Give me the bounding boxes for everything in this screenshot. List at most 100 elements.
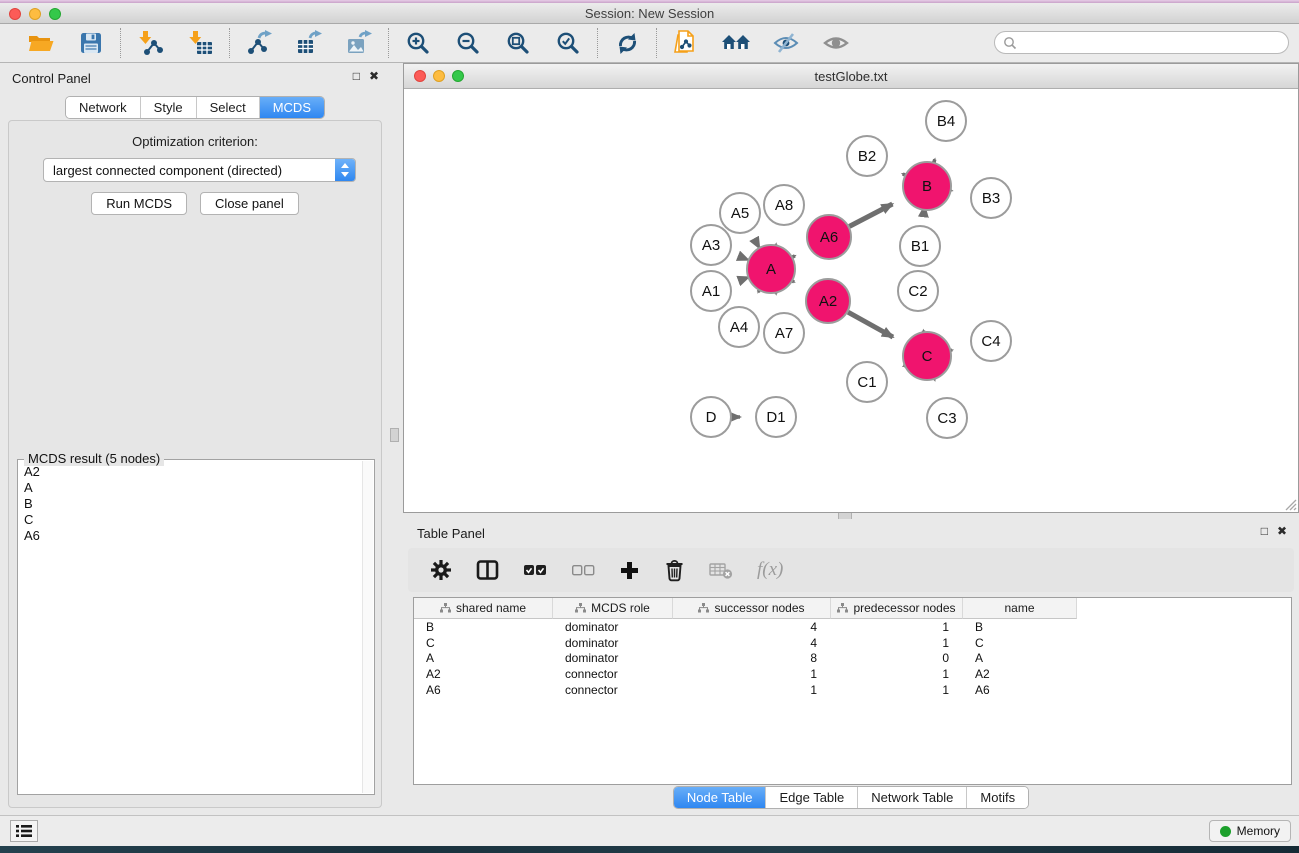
node-A6[interactable]: A6 (807, 215, 851, 259)
table-float-panel-icon[interactable]: □ (1261, 524, 1268, 538)
node-C3[interactable]: C3 (927, 398, 967, 438)
node-A5[interactable]: A5 (720, 193, 760, 233)
show-columns-button[interactable] (476, 559, 499, 581)
export-image-button[interactable] (344, 29, 374, 57)
column-header-successor-nodes[interactable]: successor nodes (673, 598, 831, 619)
node-A7[interactable]: A7 (764, 313, 804, 353)
node-C2[interactable]: C2 (898, 271, 938, 311)
network-window-titlebar[interactable]: testGlobe.txt (404, 64, 1298, 89)
import-table-button[interactable] (185, 29, 215, 57)
cell-MCDS-role[interactable]: connector (553, 683, 673, 697)
node-B2[interactable]: B2 (847, 136, 887, 176)
node-A2[interactable]: A2 (806, 279, 850, 323)
edge-B-B2[interactable] (903, 174, 905, 175)
column-header-predecessor-nodes[interactable]: predecessor nodes (831, 598, 963, 619)
zoom-selected-button[interactable] (553, 29, 583, 57)
edge-B-B4[interactable] (934, 159, 935, 162)
result-item-a[interactable]: A (19, 480, 362, 496)
edge-A-A2[interactable] (793, 281, 794, 282)
cell-predecessor-nodes[interactable]: 1 (831, 683, 963, 697)
cell-MCDS-role[interactable]: dominator (553, 651, 673, 665)
cell-MCDS-role[interactable]: dominator (553, 620, 673, 634)
cell-successor-nodes[interactable]: 8 (673, 651, 831, 665)
show-panels-button[interactable] (10, 820, 38, 842)
export-network-button[interactable] (244, 29, 274, 57)
node-B[interactable]: B (903, 162, 951, 210)
zoom-fit-button[interactable] (503, 29, 533, 57)
memory-button[interactable]: Memory (1209, 820, 1291, 842)
cell-shared-name[interactable]: A6 (414, 683, 553, 697)
deselect-all-columns-button[interactable] (571, 563, 595, 577)
node-B4[interactable]: B4 (926, 101, 966, 141)
node-D[interactable]: D (691, 397, 731, 437)
node-C[interactable]: C (903, 332, 951, 380)
zoom-out-button[interactable] (453, 29, 483, 57)
close-panel-button[interactable]: Close panel (200, 192, 299, 215)
cell-shared-name[interactable]: B (414, 620, 553, 634)
cell-predecessor-nodes[interactable]: 1 (831, 620, 963, 634)
result-item-b[interactable]: B (19, 496, 362, 512)
tab-mcds[interactable]: MCDS (260, 97, 324, 118)
node-A4[interactable]: A4 (719, 307, 759, 347)
cell-shared-name[interactable]: A (414, 651, 553, 665)
table-row[interactable]: Bdominator41B (414, 619, 1291, 635)
node-B3[interactable]: B3 (971, 178, 1011, 218)
cell-predecessor-nodes[interactable]: 0 (831, 651, 963, 665)
column-header-name[interactable]: name (963, 598, 1077, 619)
criterion-dropdown[interactable]: largest connected component (directed) (43, 158, 356, 182)
open-session-button[interactable] (26, 29, 56, 57)
table-tab-motifs[interactable]: Motifs (967, 787, 1028, 808)
cell-successor-nodes[interactable]: 1 (673, 683, 831, 697)
refresh-view-button[interactable] (612, 29, 642, 57)
vertical-splitter-handle[interactable] (390, 428, 399, 442)
tab-select[interactable]: Select (197, 97, 260, 118)
table-row[interactable]: Cdominator41C (414, 635, 1291, 651)
result-scrollbar[interactable] (362, 461, 373, 793)
node-D1[interactable]: D1 (756, 397, 796, 437)
column-header-shared-name[interactable]: shared name (414, 598, 553, 619)
save-session-button[interactable] (76, 29, 106, 57)
select-all-columns-button[interactable] (523, 563, 547, 577)
mcds-result-list[interactable]: A2ABCA6 (19, 464, 362, 793)
table-tab-node-table[interactable]: Node Table (674, 787, 767, 808)
cell-successor-nodes[interactable]: 1 (673, 667, 831, 681)
table-row[interactable]: A2connector11A2 (414, 666, 1291, 682)
result-item-c[interactable]: C (19, 512, 362, 528)
hide-selected-button[interactable] (771, 29, 801, 57)
zoom-in-button[interactable] (403, 29, 433, 57)
cell-MCDS-role[interactable]: connector (553, 667, 673, 681)
node-B1[interactable]: B1 (900, 226, 940, 266)
cell-shared-name[interactable]: A2 (414, 667, 553, 681)
cell-shared-name[interactable]: C (414, 636, 553, 650)
cell-successor-nodes[interactable]: 4 (673, 636, 831, 650)
edge-A-A6[interactable] (793, 256, 795, 257)
first-neighbors-button[interactable] (721, 29, 751, 57)
column-header-MCDS-role[interactable]: MCDS role (553, 598, 673, 619)
cell-name[interactable]: C (963, 636, 1077, 650)
cell-name[interactable]: A6 (963, 683, 1077, 697)
close-panel-icon[interactable]: ✖ (369, 69, 379, 83)
create-column-button[interactable] (619, 560, 640, 581)
result-item-a2[interactable]: A2 (19, 464, 362, 480)
network-canvas[interactable]: B4B2BB3A8A5A6A3B1AA1C2A2A4A7C4CC1C3DD1 (404, 89, 1298, 512)
node-A3[interactable]: A3 (691, 225, 731, 265)
cell-predecessor-nodes[interactable]: 1 (831, 636, 963, 650)
node-A8[interactable]: A8 (764, 185, 804, 225)
cell-MCDS-role[interactable]: dominator (553, 636, 673, 650)
function-builder-button[interactable]: f(x) (757, 559, 783, 581)
table-row[interactable]: Adominator80A (414, 651, 1291, 667)
import-network-button[interactable] (135, 29, 165, 57)
node-C1[interactable]: C1 (847, 362, 887, 402)
new-network-from-selection-button[interactable] (671, 29, 701, 57)
window-resize-grip[interactable] (1283, 497, 1297, 511)
float-panel-icon[interactable]: □ (353, 69, 360, 83)
cell-predecessor-nodes[interactable]: 1 (831, 667, 963, 681)
table-tab-network-table[interactable]: Network Table (858, 787, 967, 808)
tab-network[interactable]: Network (66, 97, 141, 118)
cell-name[interactable]: B (963, 620, 1077, 634)
table-settings-button[interactable] (430, 559, 452, 581)
cell-successor-nodes[interactable]: 4 (673, 620, 831, 634)
cell-name[interactable]: A2 (963, 667, 1077, 681)
node-A[interactable]: A (747, 245, 795, 293)
delete-column-button[interactable] (664, 559, 685, 582)
